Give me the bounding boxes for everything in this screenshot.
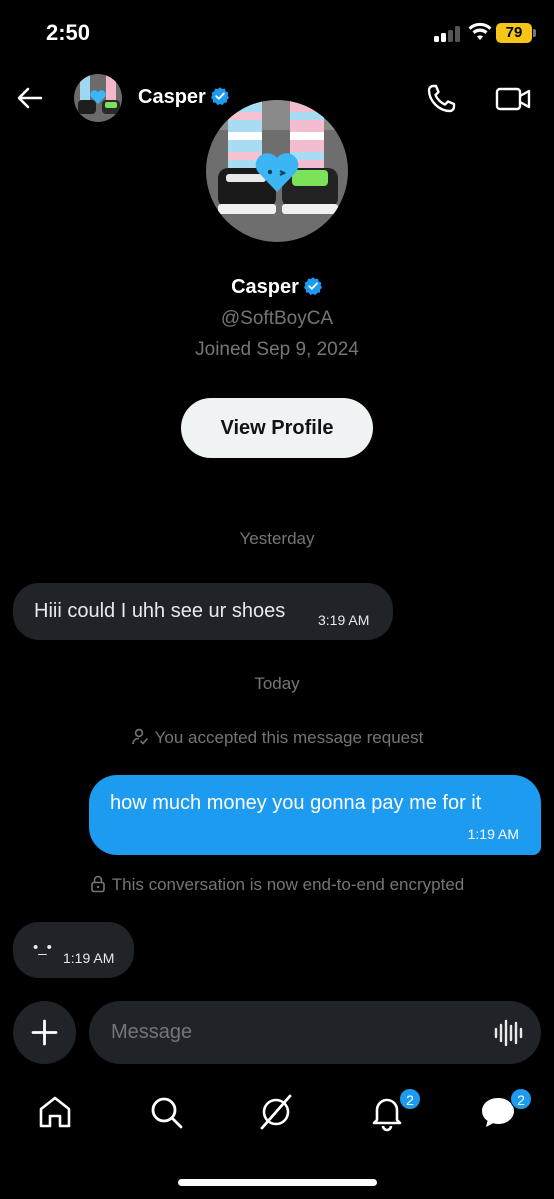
wifi-icon — [468, 22, 492, 40]
video-call-icon[interactable] — [494, 82, 532, 116]
message-text: Hiii could I uhh see ur shoes — [34, 600, 286, 622]
person-check-icon — [131, 728, 148, 745]
nav-messages[interactable]: 2 — [478, 1088, 532, 1132]
message-text: •_• — [33, 939, 52, 956]
lock-icon — [90, 875, 105, 893]
add-attachment-button[interactable] — [13, 1001, 76, 1064]
header-avatar[interactable] — [74, 74, 122, 122]
request-accepted-text: You accepted this message request — [154, 728, 424, 747]
grok-icon — [260, 1094, 292, 1130]
status-time: 2:50 — [46, 20, 91, 45]
nav-grok[interactable] — [256, 1092, 296, 1132]
phone-call-icon[interactable] — [424, 82, 458, 116]
header-name-text: Casper — [138, 86, 206, 108]
cellular-signal-icon — [434, 26, 462, 42]
nav-home[interactable] — [35, 1092, 75, 1132]
battery-tip — [533, 29, 536, 37]
header-contact-name[interactable]: Casper — [138, 86, 230, 109]
voice-message-icon[interactable] — [493, 1018, 523, 1048]
status-bar: 2:50 79 — [0, 0, 554, 62]
encryption-note: This conversation is now end-to-end encr… — [0, 875, 554, 895]
verified-badge-icon — [210, 87, 229, 106]
profile-name: Casper — [0, 276, 554, 299]
plus-icon — [31, 1019, 58, 1046]
message-input[interactable] — [111, 1001, 471, 1064]
verified-badge-icon — [303, 277, 322, 296]
message-text: how much money you gonna pay me for it — [110, 792, 482, 814]
search-icon — [151, 1097, 183, 1129]
message-time: 1:19 AM — [467, 826, 519, 842]
day-separator-today: Today — [254, 674, 300, 693]
outgoing-message[interactable]: how much money you gonna pay me for it 1… — [89, 775, 541, 855]
back-arrow-icon[interactable] — [14, 82, 46, 114]
notifications-badge: 2 — [399, 1088, 421, 1110]
profile-avatar[interactable] — [206, 100, 348, 242]
request-accepted-note: You accepted this message request — [0, 728, 554, 748]
home-indicator — [178, 1179, 377, 1186]
day-separator-yesterday: Yesterday — [239, 529, 315, 548]
profile-handle: @SoftBoyCA — [220, 308, 334, 329]
battery-icon: 79 — [496, 23, 532, 43]
view-profile-button[interactable]: View Profile — [181, 398, 373, 458]
nav-notifications[interactable]: 2 — [367, 1088, 421, 1132]
messages-badge: 2 — [510, 1088, 532, 1110]
incoming-message[interactable]: Hiii could I uhh see ur shoes 3:19 AM — [13, 583, 393, 640]
message-time: 1:19 AM — [63, 950, 115, 966]
message-composer — [89, 1001, 541, 1064]
encryption-text: This conversation is now end-to-end encr… — [111, 875, 465, 894]
profile-joined-date: Joined Sep 9, 2024 — [195, 339, 359, 360]
nav-search[interactable] — [146, 1092, 186, 1132]
message-time: 3:19 AM — [318, 612, 370, 628]
home-icon — [39, 1096, 71, 1128]
profile-name-text: Casper — [231, 276, 299, 298]
incoming-message[interactable]: •_• 1:19 AM — [13, 922, 134, 978]
